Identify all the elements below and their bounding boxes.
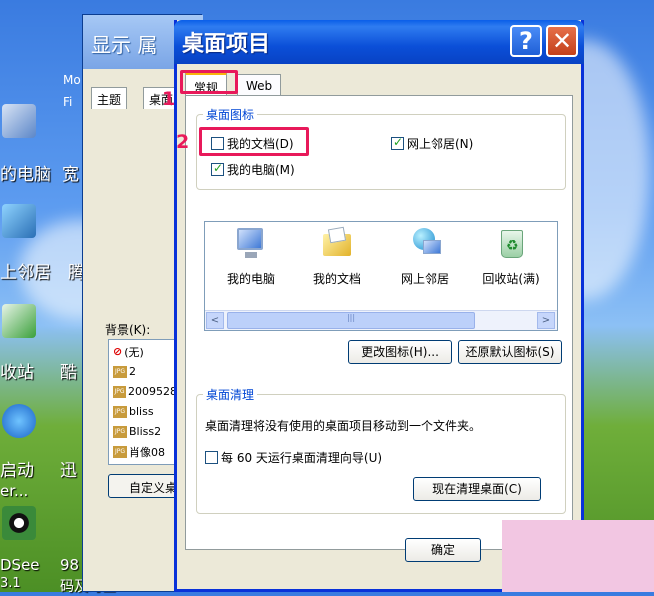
watermark-block xyxy=(502,520,654,592)
window-hint: Fi xyxy=(63,95,73,109)
desktop-label[interactable]: 3.1 xyxy=(0,576,21,591)
checkbox-label: 每 60 天运行桌面清理向导(U) xyxy=(221,451,383,465)
my-documents-icon xyxy=(319,226,355,262)
cleanup-wizard-checkbox[interactable]: 每 60 天运行桌面清理向导(U) xyxy=(205,449,382,466)
list-item[interactable]: ⊘ (无) xyxy=(109,340,177,360)
list-item[interactable]: JPG 2 xyxy=(109,360,177,380)
desktop-label[interactable]: DSee xyxy=(0,556,40,574)
checkbox-label: 网上邻居(N) xyxy=(407,137,474,151)
network-desktop-icon[interactable] xyxy=(2,204,36,238)
desktop-label[interactable]: 酷 xyxy=(60,358,77,383)
acdsee-desktop-icon[interactable] xyxy=(2,506,36,540)
tab-web[interactable]: Web xyxy=(237,74,282,96)
step1-highlight xyxy=(180,70,238,94)
icon-label: 我的电脑 xyxy=(226,272,275,286)
scroll-thumb[interactable]: ||| xyxy=(227,312,475,329)
network-places-icon xyxy=(407,226,443,262)
background-label: 背景(K): xyxy=(105,323,151,337)
desktop-label[interactable]: 宽 xyxy=(62,160,79,185)
cleanup-description: 桌面清理将没有使用的桌面项目移动到一个文件夹。 xyxy=(205,419,482,433)
group-title: 桌面清理 xyxy=(203,386,258,403)
window-hint: Mo xyxy=(63,73,81,87)
desktop-label[interactable]: 迅 xyxy=(60,456,77,481)
title-bar[interactable]: 桌面项目 ? ✕ xyxy=(174,20,584,64)
icon-label: 我的文档 xyxy=(312,272,361,286)
tab-theme[interactable]: 主题 xyxy=(91,87,128,109)
jpg-icon: JPG xyxy=(113,385,126,398)
ok-button[interactable]: 确定 xyxy=(405,538,481,562)
checkbox-label: 我的电脑(M) xyxy=(227,163,295,177)
checkbox-box xyxy=(211,161,224,176)
icon-label: 回收站(满) xyxy=(482,272,540,286)
jpg-icon: JPG xyxy=(113,405,127,418)
desktop-label[interactable]: er... xyxy=(0,482,28,500)
list-item[interactable]: JPG bliss xyxy=(109,400,177,420)
desktop-label[interactable]: 启动 xyxy=(0,456,34,481)
background-list[interactable]: ⊘ (无) JPG 2 JPG 2009528 JPG bliss JPG Bliss2 … xyxy=(108,339,178,465)
my-computer-desktop-icon[interactable] xyxy=(2,104,36,138)
step2-marker: 2 xyxy=(176,131,190,153)
icon-item-my-documents[interactable]: 我的文档 xyxy=(297,226,377,287)
icon-preview-list[interactable]: 我的电脑 我的文档 网上邻居 ♻ 回收站(满) < ||| > xyxy=(204,221,558,331)
recycle-bin-desktop-icon[interactable] xyxy=(2,304,36,338)
checkbox-box xyxy=(205,451,218,464)
close-button[interactable]: ✕ xyxy=(546,25,578,57)
desktop-label[interactable]: 上邻居 xyxy=(0,258,51,283)
jpg-icon: JPG xyxy=(113,365,127,378)
general-panel: 桌面图标 我的文档(D) 网上邻居(N) 我的电脑(M) 我的电脑 xyxy=(185,95,573,550)
icon-label: 网上邻居 xyxy=(400,272,449,286)
checkbox-box xyxy=(391,135,404,150)
none-icon: ⊘ xyxy=(113,345,123,358)
cleanup-now-button[interactable]: 现在清理桌面(C) xyxy=(413,477,541,501)
list-item[interactable]: JPG Bliss2 xyxy=(109,420,177,440)
desktop-label[interactable]: 的电脑 xyxy=(0,160,51,185)
group-title: 桌面图标 xyxy=(203,106,258,123)
my-computer-checkbox[interactable]: 我的电脑(M) xyxy=(211,161,295,178)
change-icon-button[interactable]: 更改图标(H)... xyxy=(348,340,452,364)
list-item[interactable]: JPG 肖像08 xyxy=(109,440,177,460)
desktop-label[interactable]: 收站 xyxy=(0,358,34,383)
icon-item-recycle-bin[interactable]: ♻ 回收站(满) xyxy=(471,226,551,287)
list-item[interactable]: JPG 2009528 xyxy=(109,380,177,400)
my-computer-icon xyxy=(233,226,269,262)
scroll-right-button[interactable]: > xyxy=(537,312,555,329)
icon-item-my-computer[interactable]: 我的电脑 xyxy=(211,226,291,287)
scroll-left-button[interactable]: < xyxy=(206,312,224,329)
step1-marker: 1 xyxy=(162,88,176,110)
ie-desktop-icon[interactable] xyxy=(2,404,36,438)
restore-default-button[interactable]: 还原默认图标(S) xyxy=(458,340,562,364)
step2-highlight xyxy=(199,127,309,156)
horizontal-scrollbar[interactable]: < ||| > xyxy=(205,310,557,330)
help-button[interactable]: ? xyxy=(510,25,542,57)
dialog-title: 桌面项目 xyxy=(182,32,271,57)
network-places-checkbox[interactable]: 网上邻居(N) xyxy=(391,135,473,152)
desktop-items-dialog: 桌面项目 ? ✕ 常规 Web 桌面图标 我的文档(D) 网上邻居(N) 我的电… xyxy=(174,20,584,592)
desktop-label[interactable]: 98 xyxy=(60,556,79,574)
jpg-icon: JPG xyxy=(113,445,127,458)
recycle-bin-full-icon: ♻ xyxy=(493,226,529,262)
icon-item-network-places[interactable]: 网上邻居 xyxy=(385,226,465,287)
jpg-icon: JPG xyxy=(113,425,127,438)
desktop-cleanup-group: 桌面清理 桌面清理将没有使用的桌面项目移动到一个文件夹。 每 60 天运行桌面清… xyxy=(196,386,566,514)
